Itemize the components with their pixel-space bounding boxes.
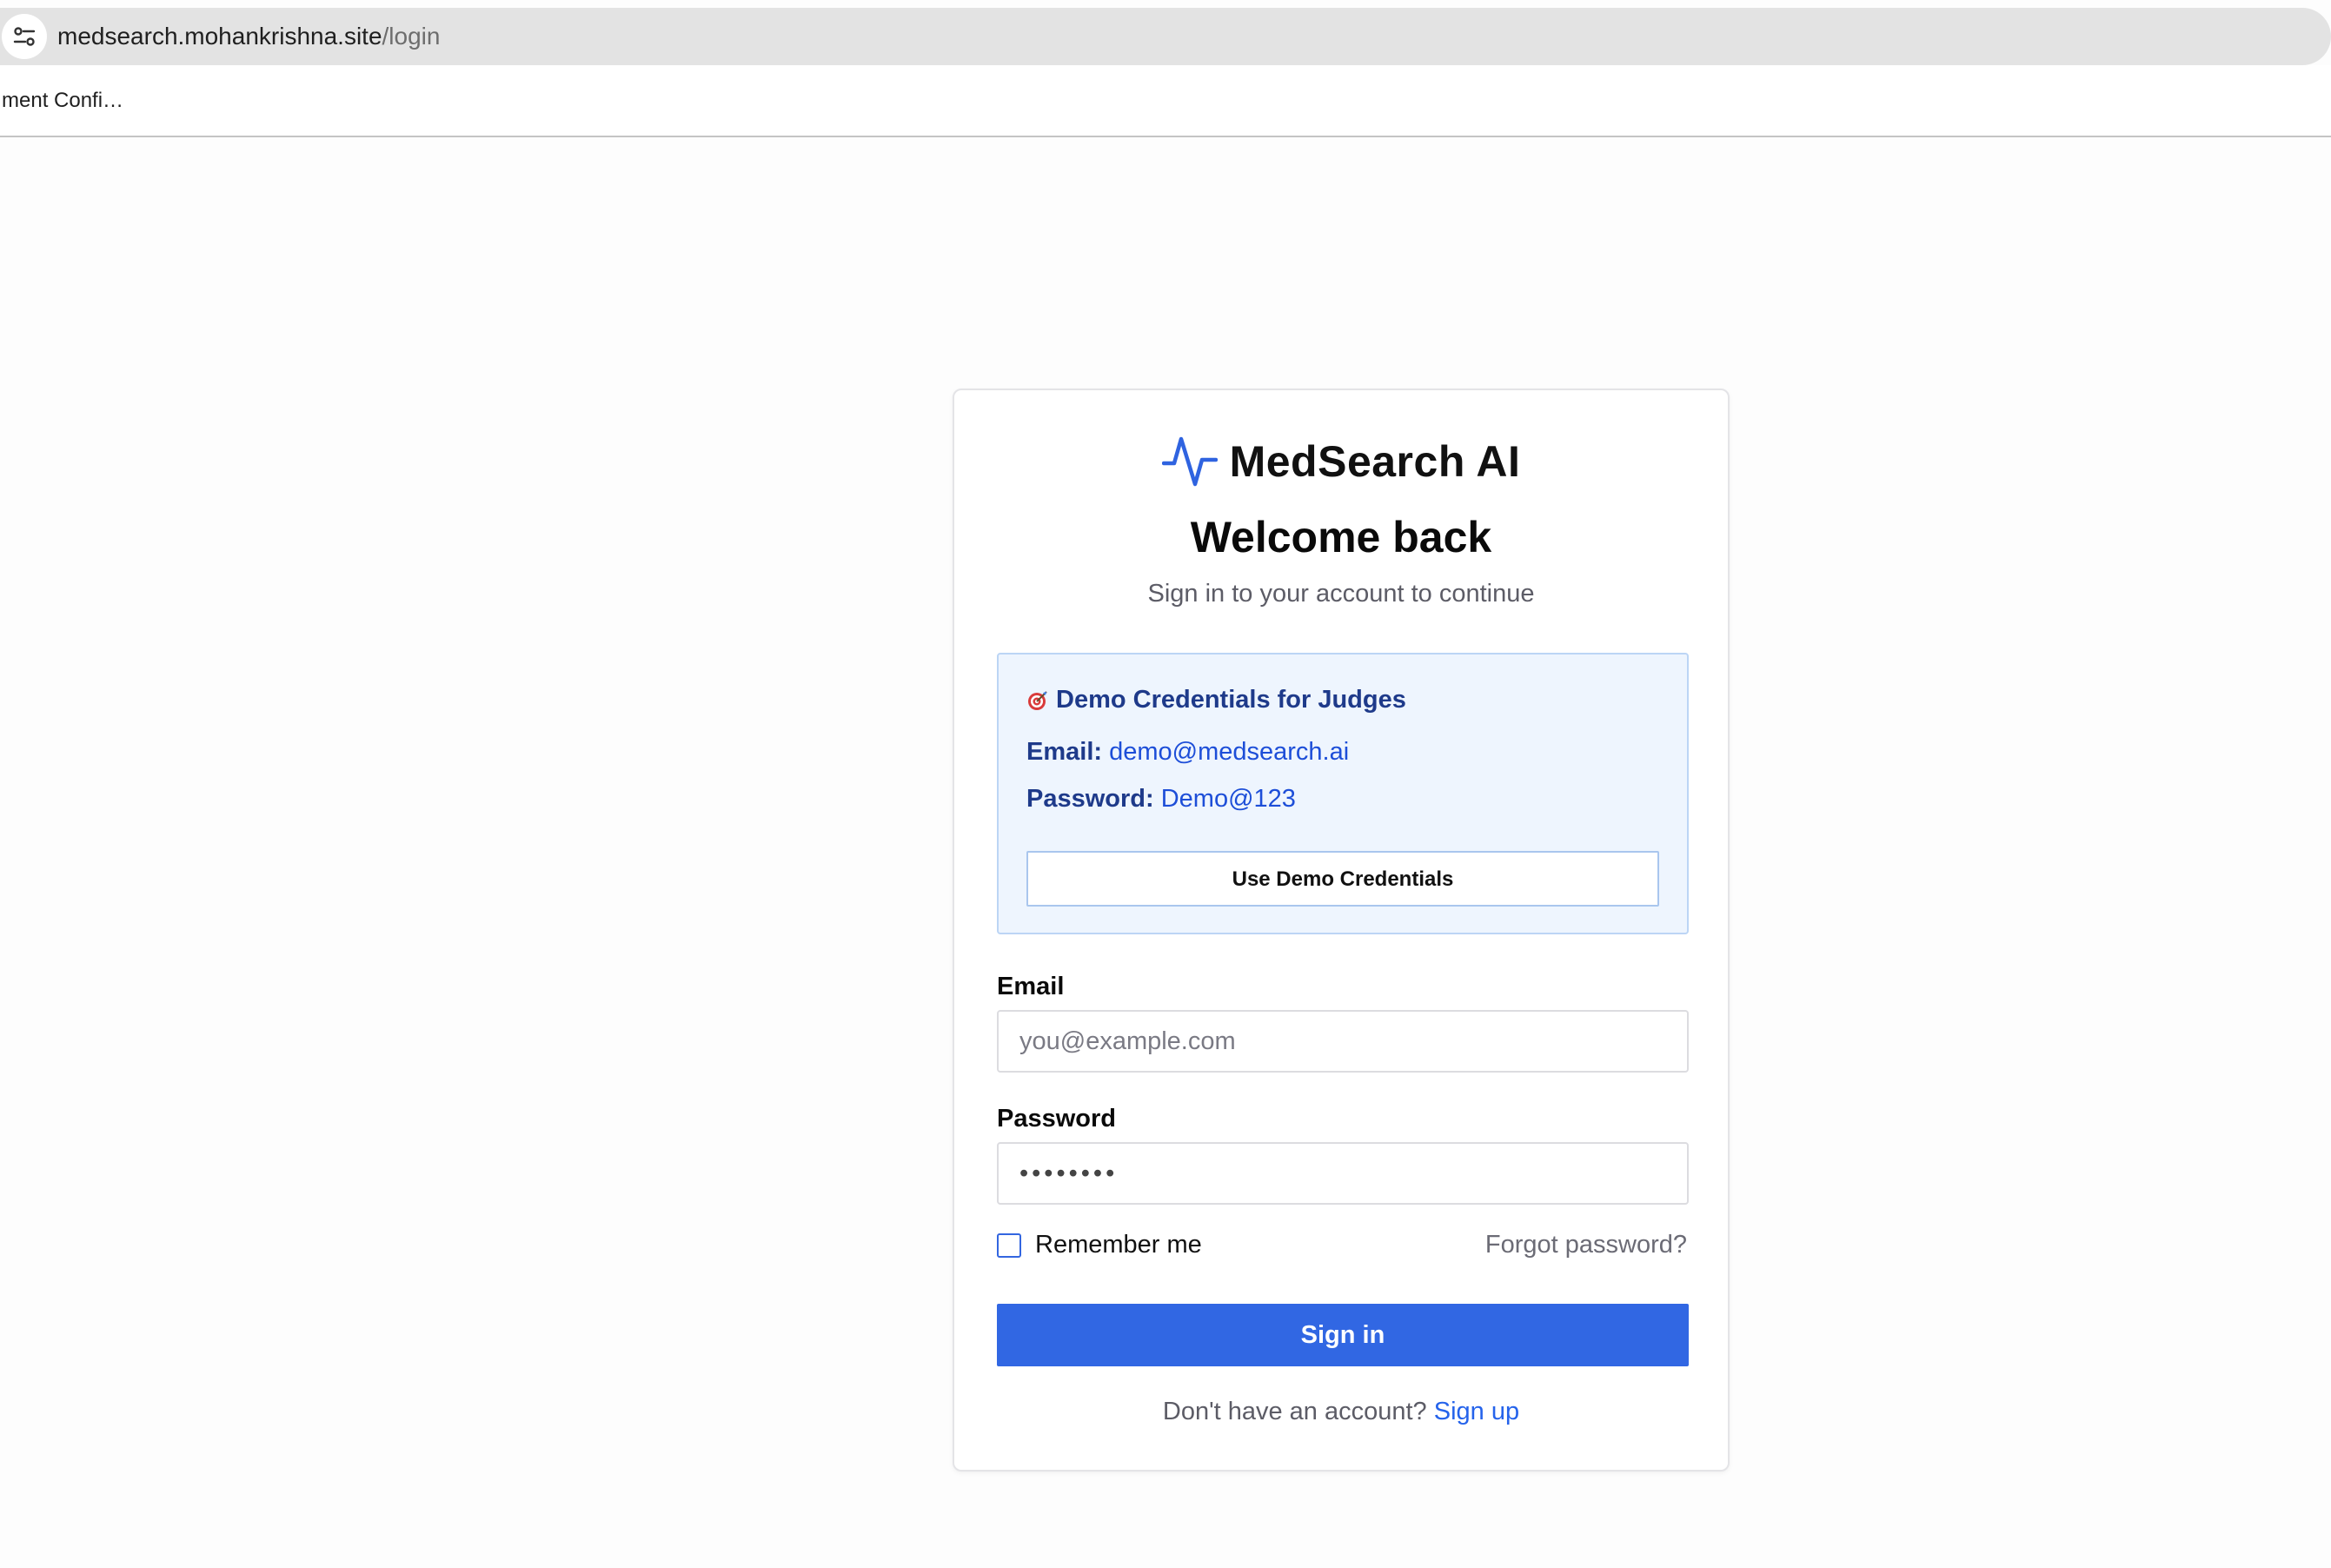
brand-name: MedSearch AI	[1229, 437, 1521, 486]
site-info-button[interactable]	[2, 14, 47, 59]
page-subtitle: Sign in to your account to continue	[1147, 580, 1535, 608]
demo-email-line: Email: demo@medsearch.ai	[1026, 738, 1349, 767]
page-title: Welcome back	[1190, 513, 1492, 561]
use-demo-credentials-button[interactable]: Use Demo Credentials	[1026, 851, 1659, 907]
forgot-password-link[interactable]: Forgot password?	[1485, 1231, 1687, 1259]
demo-password-value: Demo@123	[1160, 785, 1296, 813]
url-host: medsearch.mohankrishna.site	[57, 23, 382, 50]
bookmarks-bar: ment Confi…	[0, 65, 2331, 137]
demo-password-line: Password: Demo@123	[1026, 785, 1296, 814]
email-field[interactable]	[997, 1010, 1689, 1073]
login-card: MedSearch AI Welcome back Sign in to you…	[953, 389, 1730, 1472]
activity-pulse-icon	[1161, 436, 1218, 487]
demo-credentials-panel: Demo Credentials for Judges Email: demo@…	[997, 653, 1689, 934]
demo-heading: Demo Credentials for Judges	[1026, 686, 1406, 714]
sign-in-button[interactable]: Sign in	[997, 1304, 1689, 1366]
demo-email-label: Email:	[1026, 738, 1103, 766]
page-background: MedSearch AI Welcome back Sign in to you…	[0, 137, 2331, 1568]
sign-up-link[interactable]: Sign up	[1434, 1398, 1519, 1425]
password-field[interactable]	[997, 1142, 1689, 1205]
remember-me-label: Remember me	[1035, 1231, 1202, 1259]
url-text[interactable]: medsearch.mohankrishna.site/login	[57, 8, 440, 65]
brand-header: MedSearch AI	[954, 434, 1728, 489]
bookmark-item[interactable]: ment Confi…	[2, 65, 123, 136]
email-label: Email	[997, 973, 1065, 1000]
tune-icon	[13, 27, 36, 46]
address-bar[interactable]: medsearch.mohankrishna.site/login	[0, 8, 2331, 65]
demo-password-label: Password:	[1026, 785, 1154, 813]
demo-heading-text: Demo Credentials for Judges	[1056, 686, 1406, 714]
password-label: Password	[997, 1105, 1116, 1133]
remember-me-toggle[interactable]: Remember me	[997, 1231, 1202, 1259]
signup-prompt: Don't have an account? Sign up	[954, 1398, 1728, 1426]
url-path: /login	[382, 23, 441, 50]
target-icon	[1028, 690, 1047, 710]
demo-email-value: demo@medsearch.ai	[1109, 738, 1350, 766]
signup-prompt-text: Don't have an account?	[1162, 1398, 1427, 1425]
remember-me-checkbox[interactable]	[997, 1232, 1021, 1258]
